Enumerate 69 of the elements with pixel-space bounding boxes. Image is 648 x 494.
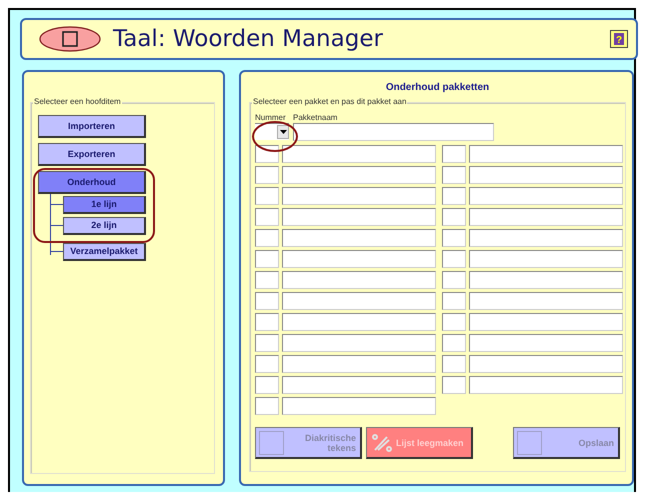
square-icon bbox=[517, 430, 542, 454]
number-field[interactable] bbox=[255, 166, 279, 184]
number-field[interactable] bbox=[255, 229, 279, 247]
text-field[interactable] bbox=[469, 292, 623, 310]
text-field[interactable] bbox=[282, 229, 436, 247]
text-field[interactable] bbox=[469, 166, 623, 184]
number-field[interactable] bbox=[255, 292, 279, 310]
submenu-item[interactable]: Verzamelpakket bbox=[63, 242, 146, 260]
number-field[interactable] bbox=[255, 355, 279, 373]
close-icon[interactable] bbox=[39, 26, 101, 52]
square-icon bbox=[259, 430, 284, 454]
submenu-item[interactable]: 2e lijn bbox=[63, 216, 146, 234]
number-field[interactable] bbox=[442, 229, 466, 247]
number-field[interactable] bbox=[442, 355, 466, 373]
text-field[interactable] bbox=[282, 271, 436, 289]
number-field[interactable] bbox=[442, 271, 466, 289]
number-field[interactable] bbox=[255, 334, 279, 352]
text-field[interactable] bbox=[282, 166, 436, 184]
number-field[interactable] bbox=[255, 208, 279, 226]
number-field[interactable] bbox=[255, 397, 279, 415]
group-legend: Selecteer een hoofditem bbox=[33, 97, 122, 106]
help-icon[interactable]: ? bbox=[610, 30, 628, 48]
text-field[interactable] bbox=[282, 145, 436, 163]
field-label: Pakketnaam bbox=[293, 113, 338, 122]
number-dropdown[interactable] bbox=[255, 123, 289, 140]
number-field[interactable] bbox=[255, 313, 279, 331]
number-field[interactable] bbox=[442, 334, 466, 352]
text-field[interactable] bbox=[469, 208, 623, 226]
group-legend: Selecteer een pakket en pas dit pakket aan bbox=[252, 97, 408, 106]
number-field[interactable] bbox=[255, 187, 279, 205]
field-label: Nummer bbox=[255, 113, 287, 122]
number-field[interactable] bbox=[255, 271, 279, 289]
text-field[interactable] bbox=[282, 187, 436, 205]
panel-title: Onderhoud pakketten bbox=[384, 82, 490, 95]
number-field[interactable] bbox=[255, 145, 279, 163]
text-field[interactable] bbox=[282, 313, 436, 331]
text-field[interactable] bbox=[469, 145, 623, 163]
number-field[interactable] bbox=[442, 376, 466, 394]
text-field[interactable] bbox=[282, 250, 436, 268]
number-field[interactable] bbox=[442, 208, 466, 226]
text-field[interactable] bbox=[469, 187, 623, 205]
window-title: Taal: Woorden Manager bbox=[113, 26, 384, 52]
text-field[interactable] bbox=[469, 250, 623, 268]
text-field[interactable] bbox=[282, 292, 436, 310]
text-field[interactable] bbox=[469, 271, 623, 289]
text-field[interactable] bbox=[282, 208, 436, 226]
text-field[interactable] bbox=[469, 334, 623, 352]
text-field[interactable] bbox=[282, 397, 436, 415]
text-field[interactable] bbox=[282, 334, 436, 352]
text-field[interactable] bbox=[469, 313, 623, 331]
number-field[interactable] bbox=[442, 145, 466, 163]
number-field[interactable] bbox=[255, 250, 279, 268]
text-field[interactable] bbox=[282, 355, 436, 373]
number-field[interactable] bbox=[442, 292, 466, 310]
text-field[interactable] bbox=[469, 229, 623, 247]
menu-item[interactable]: Onderhoud bbox=[38, 171, 146, 194]
caret-icon bbox=[280, 130, 286, 134]
number-field[interactable] bbox=[442, 313, 466, 331]
text-field[interactable] bbox=[469, 376, 623, 394]
menu-item[interactable]: Exporteren bbox=[38, 143, 146, 166]
number-field[interactable] bbox=[442, 187, 466, 205]
submenu-item[interactable]: 1e lijn bbox=[63, 196, 146, 214]
number-field[interactable] bbox=[442, 250, 466, 268]
text-field[interactable] bbox=[282, 376, 436, 394]
text-field[interactable] bbox=[469, 355, 623, 373]
number-field[interactable] bbox=[442, 166, 466, 184]
menu-item[interactable]: Importeren bbox=[38, 115, 146, 138]
number-field[interactable] bbox=[255, 376, 279, 394]
name-field[interactable] bbox=[293, 123, 494, 141]
